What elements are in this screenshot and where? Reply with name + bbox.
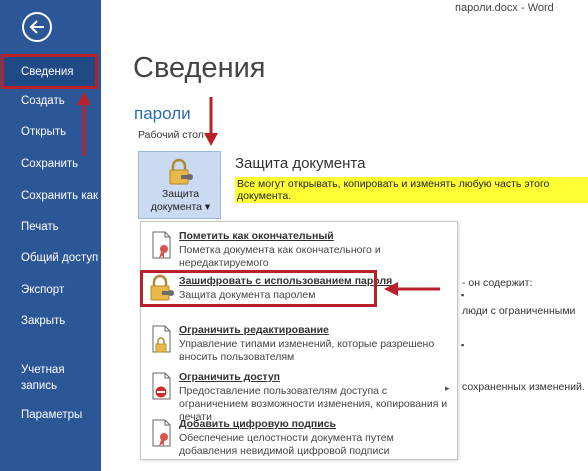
protect-section-title: Защита документа [235,155,366,172]
menu-item-restrict-access[interactable]: Ограничить доступ Предоставление пользов… [141,371,457,423]
menu-label-restrict-editing: Ограничить редактирование [179,324,329,336]
nav-share[interactable]: Общий доступ [0,252,101,268]
document-name: пароли [134,104,191,123]
protect-document-menu: Пометить как окончательный Пометка докум… [140,221,458,460]
nav-options[interactable]: Параметры [0,409,101,425]
protect-label-line1: Защита [161,188,200,200]
menu-item-digital-signature[interactable]: Добавить цифровую подпись Обеспечение це… [141,418,457,458]
final-document-icon [152,231,171,259]
background-bullet-1: ▪ [461,290,465,300]
menu-desc-restrict-editing: Управление типами изменений, которые раз… [179,338,435,363]
nav-open[interactable]: Открыть [0,126,101,142]
background-text-contains: - он содержит: [462,277,533,289]
protect-button-label: Защита документа ▾ [139,188,222,214]
document-location: Рабочий стол [138,129,204,141]
nav-print[interactable]: Печать [0,221,101,237]
background-text-saved: сохраненных изменений. [462,381,585,393]
menu-desc-mark-final: Пометка документа как окончательного и н… [179,244,381,269]
nav-close[interactable]: Закрыть [0,315,101,331]
annotation-box-encrypt [140,270,377,307]
annotation-arrow-down [204,97,218,146]
protect-section-description: Все могут открывать, копировать и изменя… [235,177,588,203]
submenu-arrow-icon: ▸ [445,383,450,393]
nav-save-as[interactable]: Сохранить как [0,190,101,206]
menu-label-digital-signature: Добавить цифровую подпись [179,418,336,430]
menu-item-restrict-editing[interactable]: Ограничить редактирование Управление тип… [141,324,457,364]
menu-label-mark-final: Пометить как окончательный [179,230,334,242]
digital-signature-icon [152,419,171,447]
restrict-access-icon [152,372,171,400]
back-arrow-icon [29,20,44,34]
nav-export[interactable]: Экспорт [0,284,101,300]
background-text-people: люди с ограниченными [462,305,576,317]
lock-key-icon [169,158,193,185]
protect-document-button[interactable]: Защита документа ▾ [138,151,221,219]
protect-label-line2: документа ▾ [150,201,211,213]
menu-item-mark-final[interactable]: Пометить как окончательный Пометка докум… [141,230,457,270]
annotation-box-info [1,54,98,89]
window-title: пароли.docx - Word [455,2,554,14]
menu-desc-digital-signature: Обеспечение целостности документа путем … [179,432,394,457]
back-button[interactable] [22,12,52,42]
restrict-edit-icon [152,325,171,353]
nav-account[interactable]: Учетная запись [0,362,101,394]
nav-new[interactable]: Создать [0,95,101,111]
menu-label-restrict-access: Ограничить доступ [179,371,281,383]
page-title: Сведения [133,52,266,84]
nav-save[interactable]: Сохранить [0,158,101,174]
background-bullet-2: ▪ [461,340,465,350]
